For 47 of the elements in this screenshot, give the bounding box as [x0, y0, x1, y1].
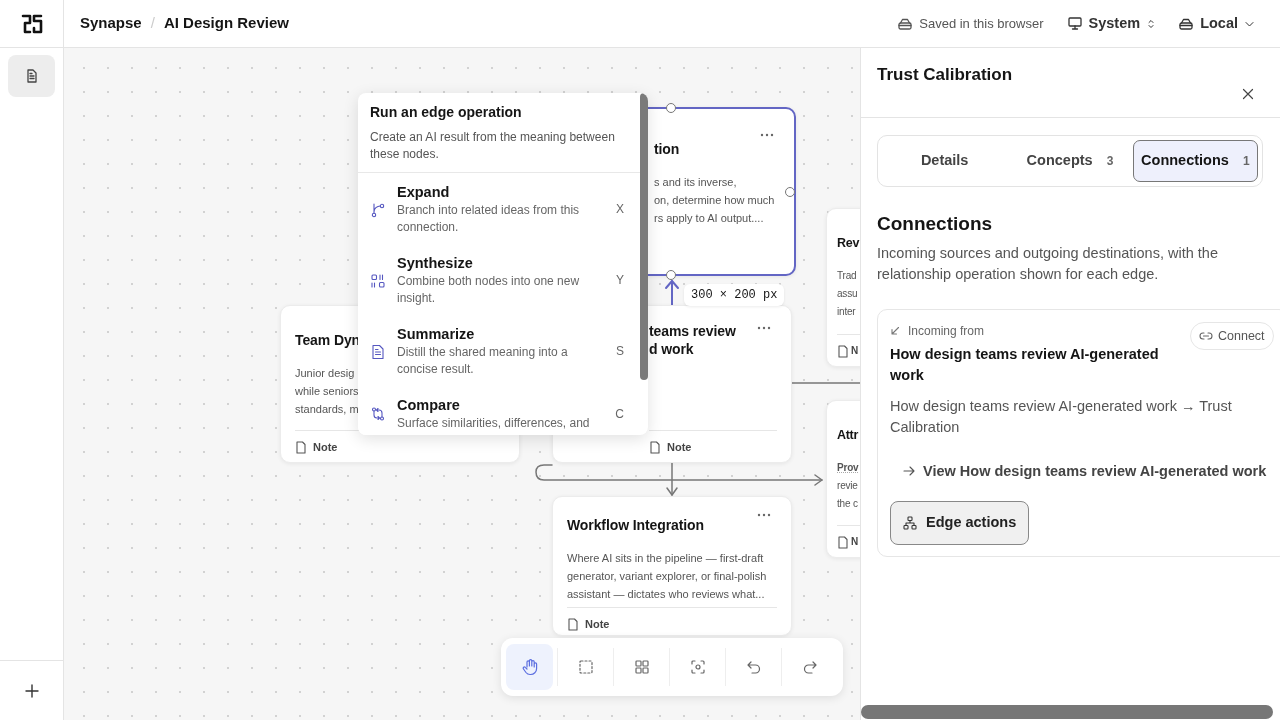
- save-status: Saved in this browser: [919, 14, 1044, 33]
- shortcut-key: S: [604, 342, 624, 360]
- node-type-label: Note: [667, 440, 692, 454]
- node-text: revie: [837, 479, 858, 493]
- node-text: Prov: [837, 461, 859, 475]
- menu-item-label: Summarize: [397, 325, 476, 344]
- node-type-label: Note: [313, 440, 338, 454]
- tab-count: 1: [1242, 153, 1250, 170]
- menu-item-description: Combine both nodes into one new insight.: [397, 273, 581, 307]
- node-type-label: N: [851, 535, 859, 549]
- node-type-label: N: [851, 344, 859, 358]
- node-text: the c: [837, 497, 858, 511]
- node-text: assistant — dictates who reviews what...: [567, 587, 765, 602]
- size-tooltip: 300 × 200 px: [684, 284, 785, 306]
- connection-title: How design teams review AI-generated work: [890, 344, 1160, 385]
- page-title: AI Design Review: [163, 13, 289, 34]
- section-description: Incoming sources and outgoing destinations, with the relationship operation shown for each edge.: [877, 243, 1219, 284]
- direction-label: Incoming from: [908, 322, 985, 340]
- menu-title: Run an edge operation: [370, 103, 523, 122]
- node-text: standards, m: [295, 402, 359, 417]
- connection-path: How design teams review AI-generated work → Trust Calibration: [890, 396, 1233, 437]
- shortcut-key: X: [604, 200, 624, 218]
- node-title: teams review: [649, 322, 736, 340]
- node-text: generator, variant explorer, or final-polish: [567, 569, 767, 584]
- node-title: Rev: [837, 235, 860, 252]
- node-title: Workflow Integration: [567, 516, 704, 534]
- node-text: rs apply to AI output....: [654, 211, 764, 226]
- node-text: Trad: [837, 269, 857, 283]
- node-text: assu: [837, 287, 858, 301]
- menu-item-label: Compare: [397, 396, 461, 415]
- breadcrumb-separator: /: [150, 13, 155, 34]
- node-text: on, determine how much: [654, 193, 775, 208]
- node-text: while seniors: [295, 384, 359, 399]
- node-text: s and its inverse,: [654, 175, 737, 190]
- menu-item-label: Synthesize: [397, 254, 474, 273]
- node-text: inter: [837, 305, 856, 319]
- node-text: Where AI sits in the pipeline — first-draft: [567, 551, 764, 566]
- node-text: Junior desig: [295, 366, 355, 381]
- node-title: Attr: [837, 427, 859, 444]
- section-heading: Connections: [877, 212, 994, 236]
- shortcut-key: C: [604, 404, 624, 423]
- tab-count: 3: [1106, 153, 1114, 170]
- node-title: d work: [649, 340, 694, 358]
- node-type-label: Note: [585, 617, 610, 631]
- panel-title: Trust Calibration: [877, 64, 1013, 86]
- menu-item-label: Expand: [397, 183, 451, 202]
- node-title: tion: [654, 140, 680, 158]
